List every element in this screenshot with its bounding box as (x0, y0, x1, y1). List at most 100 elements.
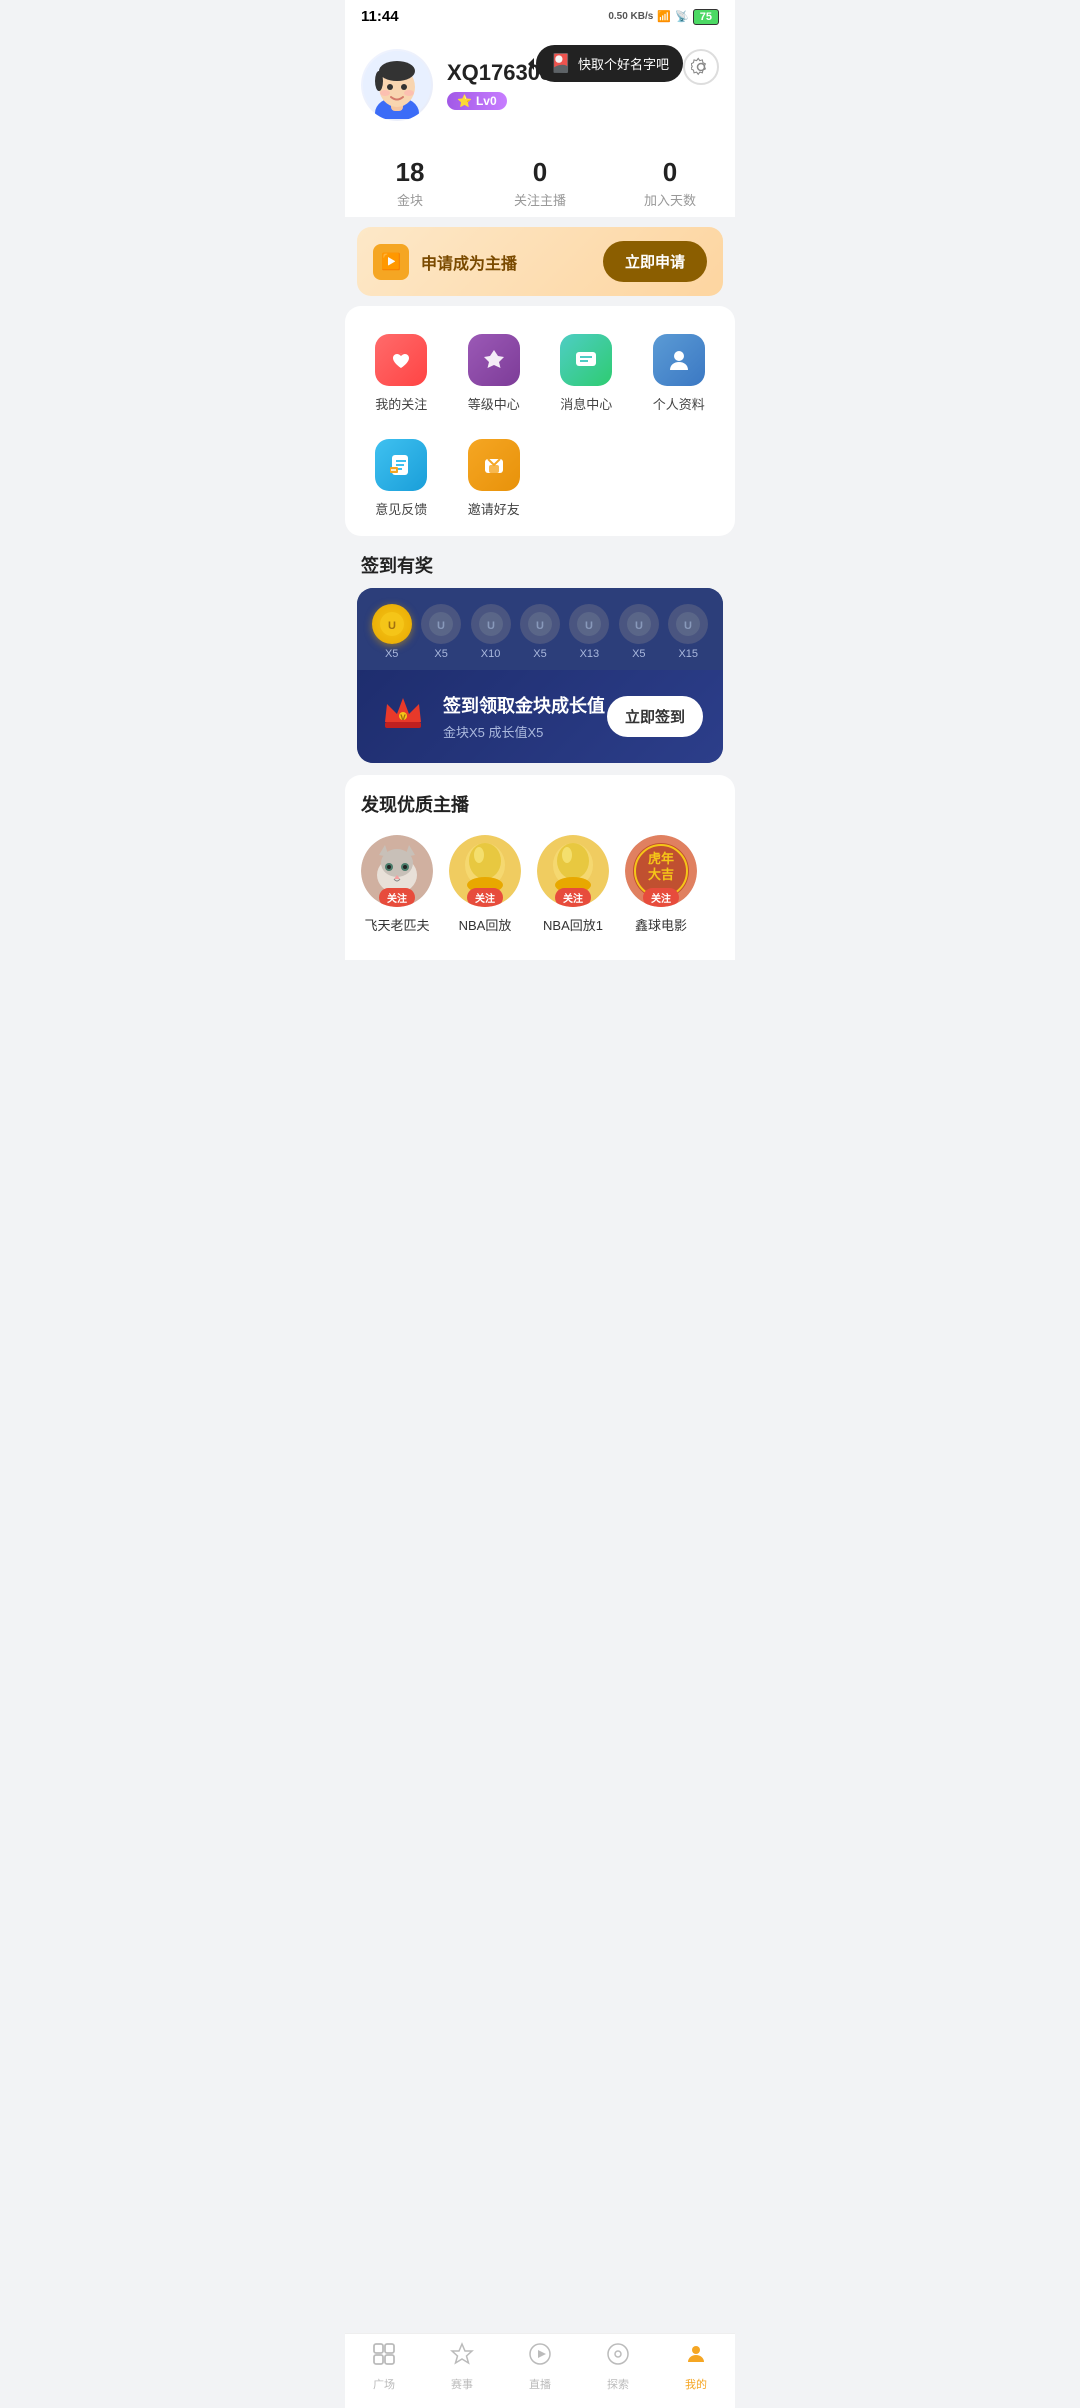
status-bar: 11:44 0.50 KB/s 📶 📡 75 (345, 0, 735, 29)
my-follow-label: 我的关注 (375, 394, 427, 413)
svg-text:U: U (437, 620, 445, 632)
avatar[interactable] (361, 49, 433, 121)
explore-icon (606, 2342, 630, 2372)
day-4-coin: U (520, 604, 560, 644)
profile-label: 个人资料 (653, 394, 705, 413)
days-value: 0 (605, 157, 735, 188)
settings-button[interactable] (683, 49, 719, 85)
bottom-nav: 广场 赛事 直播 探索 (345, 2333, 735, 2408)
streamer-3-follow[interactable]: 关注 (555, 888, 591, 907)
level-icon (468, 334, 520, 386)
banner-text: 申请成为主播 (421, 250, 517, 274)
menu-item-invite[interactable]: 邀请好友 (448, 431, 541, 526)
stat-following: 0 关注主播 (475, 157, 605, 209)
streamer-1[interactable]: 关注 飞天老匹夫 (361, 835, 433, 934)
status-time: 11:44 (361, 8, 399, 25)
day-2-label: X5 (434, 648, 447, 660)
speech-bubble: 🎴 快取个好名字吧 (536, 45, 683, 82)
apply-button[interactable]: 立即申请 (603, 241, 707, 282)
menu-item-level[interactable]: 等级中心 (448, 326, 541, 421)
day-3-coin: U (471, 604, 511, 644)
streamer-1-follow[interactable]: 关注 (379, 888, 415, 907)
message-label: 消息中心 (560, 394, 612, 413)
checkin-text-block: 签到领取金块成长值 金块X5 成长值X5 (443, 692, 605, 741)
menu-item-profile[interactable]: 个人资料 (633, 326, 726, 421)
nav-events[interactable]: 赛事 (423, 2342, 501, 2392)
checkin-main-title: 签到领取金块成长值 (443, 692, 605, 718)
day-2-coin: U (421, 604, 461, 644)
feedback-icon (375, 439, 427, 491)
streamer-row: 关注 飞天老匹夫 关注 NBA回放 (345, 827, 735, 950)
plaza-icon (372, 2342, 396, 2372)
svg-text:U: U (536, 620, 544, 632)
discover-title: 发现优质主播 (345, 775, 735, 827)
nav-live[interactable]: 直播 (501, 2342, 579, 2392)
profile-icon (653, 334, 705, 386)
streamer-3-avatar: 关注 (537, 835, 609, 907)
checkin-left: v 签到领取金块成长值 金块X5 成长值X5 (377, 686, 605, 747)
streamer-2-follow[interactable]: 关注 (467, 888, 503, 907)
signal-icon: 📶 (657, 10, 671, 23)
streamer-3[interactable]: 关注 NBA回放1 (537, 835, 609, 934)
mine-label: 我的 (685, 2376, 707, 2392)
level-badge: ⭐ Lv0 (447, 92, 507, 110)
streamer-4-avatar: 虎年 大吉 关注 (625, 835, 697, 907)
menu-section: 我的关注 等级中心 消息中心 (345, 306, 735, 536)
status-icons: 0.50 KB/s 📶 📡 75 (608, 9, 719, 25)
checkin-section: 签到有奖 U X5 U (345, 536, 735, 763)
gold-value: 18 (345, 157, 475, 188)
level-star-icon: ⭐ (457, 94, 472, 108)
checkin-button[interactable]: 立即签到 (607, 696, 703, 737)
feedback-label: 意见反馈 (375, 499, 427, 518)
day-1: U X5 (372, 604, 412, 660)
svg-text:虎年: 虎年 (648, 851, 674, 866)
day-7: U X15 (668, 604, 708, 660)
day-4: U X5 (520, 604, 560, 660)
discover-section: 发现优质主播 (345, 775, 735, 960)
day-7-label: X15 (678, 648, 698, 660)
invite-label: 邀请好友 (468, 499, 520, 518)
menu-placeholder-1 (540, 431, 633, 526)
events-label: 赛事 (451, 2376, 473, 2392)
menu-item-my-follow[interactable]: 我的关注 (355, 326, 448, 421)
day-4-label: X5 (533, 648, 546, 660)
menu-item-message[interactable]: 消息中心 (540, 326, 633, 421)
nav-explore[interactable]: 探索 (579, 2342, 657, 2392)
day-6: U X5 (619, 604, 659, 660)
live-label: 直播 (529, 2376, 551, 2392)
svg-text:U: U (635, 620, 643, 632)
days-label: 加入天数 (605, 190, 735, 209)
streamer-1-name: 飞天老匹夫 (364, 915, 429, 934)
gold-label: 金块 (345, 190, 475, 209)
streamer-4-follow[interactable]: 关注 (643, 888, 679, 907)
network-speed: 0.50 KB/s (608, 11, 653, 22)
plaza-label: 广场 (373, 2376, 395, 2392)
my-follow-icon (375, 334, 427, 386)
stats-row: 18 金块 0 关注主播 0 加入天数 (345, 137, 735, 217)
menu-placeholder-2 (633, 431, 726, 526)
day-3: U X10 (471, 604, 511, 660)
svg-text:大吉: 大吉 (648, 867, 674, 882)
checkin-card: U X5 U X5 U (357, 588, 723, 763)
message-icon (560, 334, 612, 386)
svg-text:U: U (487, 620, 495, 632)
nav-mine[interactable]: 我的 (657, 2342, 735, 2392)
menu-item-feedback[interactable]: 意见反馈 (355, 431, 448, 526)
day-6-coin: U (619, 604, 659, 644)
streamer-2-avatar: 关注 (449, 835, 521, 907)
profile-top: XQ1763035 ⭐ Lv0 🎴 快取个好名字吧 (361, 49, 719, 121)
checkin-days: U X5 U X5 U (357, 588, 723, 670)
day-3-label: X10 (481, 648, 501, 660)
following-label: 关注主播 (475, 190, 605, 209)
battery-icon: 75 (693, 9, 719, 25)
streamer-4[interactable]: 虎年 大吉 关注 鑫球电影 (625, 835, 697, 934)
svg-text:U: U (388, 620, 396, 632)
speech-text: 快取个好名字吧 (578, 54, 669, 73)
checkin-subtitle: 金块X5 成长值X5 (443, 722, 605, 741)
profile-section: XQ1763035 ⭐ Lv0 🎴 快取个好名字吧 (345, 29, 735, 137)
nav-plaza[interactable]: 广场 (345, 2342, 423, 2392)
day-5-coin: U (569, 604, 609, 644)
streamer-2[interactable]: 关注 NBA回放 (449, 835, 521, 934)
banner-icon: ▶️ (373, 244, 409, 280)
menu-grid: 我的关注 等级中心 消息中心 (355, 326, 725, 421)
